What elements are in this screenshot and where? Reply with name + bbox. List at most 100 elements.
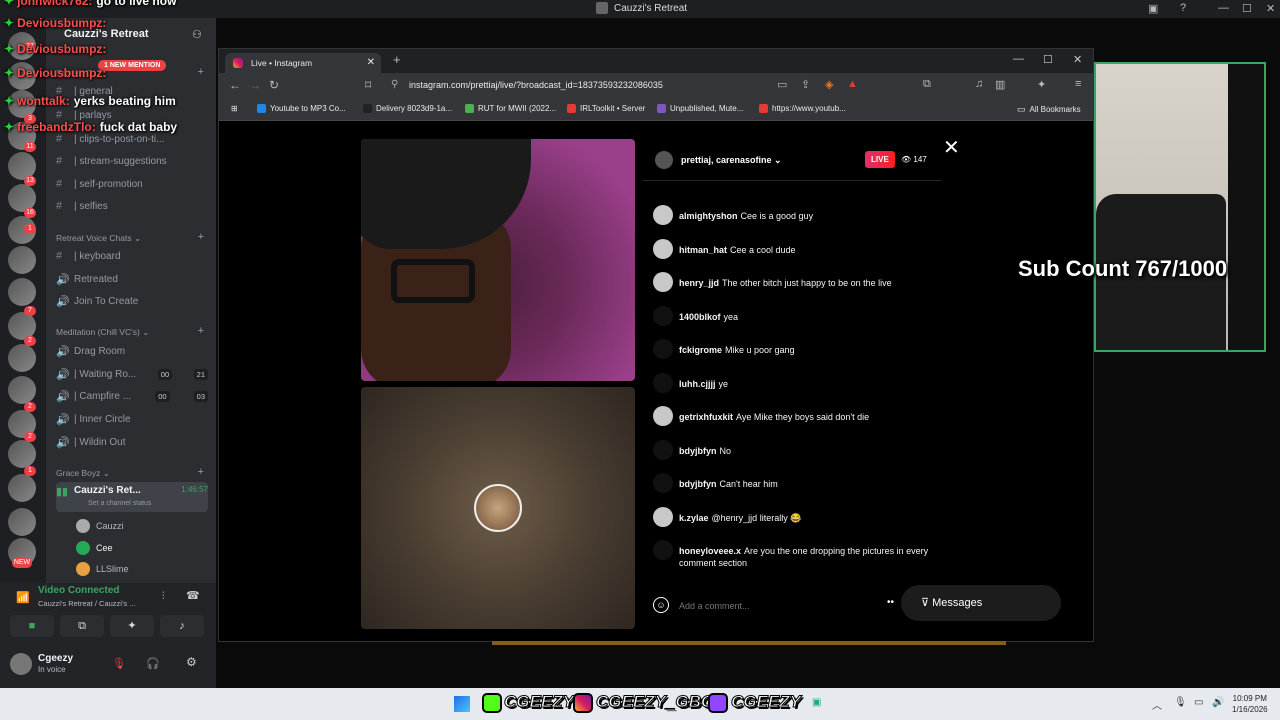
signal-icon[interactable]: 📶 bbox=[16, 591, 30, 604]
comment-input[interactable] bbox=[679, 595, 879, 617]
comment-item[interactable]: fckigrome Mike u poor gang bbox=[653, 339, 937, 359]
comment-username[interactable]: bdyjbfyn bbox=[679, 479, 717, 489]
close-tab-icon[interactable]: ✕ bbox=[367, 57, 375, 68]
bookmark-4[interactable]: Unpublished, Mute... bbox=[657, 104, 743, 113]
all-bookmarks[interactable]: ▭ All Bookmarks bbox=[1017, 104, 1081, 115]
comment-username[interactable]: henry_jjd bbox=[679, 278, 719, 288]
brave-shield-icon[interactable]: ◈ bbox=[825, 78, 833, 91]
comment-username[interactable]: 1400blkof bbox=[679, 312, 721, 322]
comment-username[interactable]: luhh.cjjjj bbox=[679, 379, 716, 389]
disconnect-icon[interactable]: ☎ bbox=[186, 589, 200, 602]
forward-icon[interactable]: → bbox=[249, 78, 261, 92]
cast-icon[interactable]: ▭ bbox=[777, 78, 787, 91]
back-icon[interactable]: ← bbox=[229, 78, 241, 92]
category-voice[interactable]: Retreat Voice Chats ⌄ + bbox=[56, 231, 208, 244]
server-icon[interactable] bbox=[8, 278, 36, 306]
mute-icon[interactable]: 🎙 bbox=[112, 657, 126, 670]
channel-campfire[interactable]: 🔊 | Campfire ... 00 03 bbox=[56, 387, 208, 405]
comment-item[interactable]: bdyjbfyn Can't hear him bbox=[653, 473, 937, 493]
bookmark-star-icon[interactable]: ⌑ bbox=[365, 78, 371, 92]
bookmark-0[interactable]: Youtube to MP3 Co... bbox=[257, 104, 346, 113]
close-button[interactable]: ✕ bbox=[1266, 2, 1275, 15]
share-icon[interactable]: ⇪ bbox=[801, 78, 810, 91]
close-button[interactable]: ✕ bbox=[1073, 53, 1082, 66]
add-channel-icon[interactable]: + bbox=[198, 325, 204, 337]
server-icon[interactable] bbox=[8, 246, 36, 274]
category-grace-boyz[interactable]: Grace Boyz ⌄ + bbox=[56, 466, 208, 479]
menu-icon[interactable]: ≡ bbox=[1075, 78, 1081, 90]
comment-username[interactable]: k.zylae bbox=[679, 513, 709, 523]
channel-keyboard[interactable]: # | keyboard bbox=[56, 247, 208, 265]
help-icon[interactable]: ? bbox=[1180, 2, 1186, 14]
bookmark-3[interactable]: IRLToolkit • Server bbox=[567, 104, 645, 113]
voice-status[interactable]: Video Connected bbox=[38, 585, 120, 596]
server-icon[interactable] bbox=[8, 508, 36, 536]
comment-item[interactable]: k.zylae @henry_jjd literally 😂 bbox=[653, 507, 937, 527]
maximize-button[interactable]: ☐ bbox=[1242, 2, 1252, 15]
camera-button[interactable]: ■ bbox=[10, 615, 54, 637]
comment-item[interactable]: henry_jjd The other bitch just happy to b… bbox=[653, 272, 937, 292]
screen-share-button[interactable]: ⧉ bbox=[60, 615, 104, 637]
apps-icon[interactable]: ⊞ bbox=[231, 104, 238, 113]
leo-icon[interactable]: ✦ bbox=[1037, 78, 1046, 91]
tray-chevron-icon[interactable]: ︿ bbox=[1152, 697, 1162, 712]
comment-item[interactable]: almightyshon Cee is a good guy bbox=[653, 205, 937, 225]
user-avatar[interactable] bbox=[10, 653, 32, 675]
server-icon[interactable] bbox=[8, 474, 36, 502]
comment-item[interactable]: getrixhfuxkit Aye Mike they boys said don… bbox=[653, 406, 937, 426]
terminal-icon[interactable]: ▣ bbox=[812, 697, 821, 708]
rewards-icon[interactable]: ▲ bbox=[847, 78, 858, 90]
network-icon[interactable]: ▭ bbox=[1194, 697, 1203, 708]
reload-icon[interactable]: ↻ bbox=[269, 78, 279, 92]
sidebar-icon[interactable]: ▥ bbox=[995, 78, 1005, 91]
comment-item[interactable]: luhh.cjjjj ye bbox=[653, 373, 937, 393]
channel-wildin-out[interactable]: 🔊 | Wildin Out bbox=[56, 433, 208, 451]
close-live-icon[interactable]: ✕ bbox=[943, 135, 960, 160]
channel-inner-circle[interactable]: 🔊 | Inner Circle bbox=[56, 410, 208, 428]
channel-active-voice[interactable]: ▮▮ Cauzzi's Ret... 1:46:57 Set a channel… bbox=[56, 482, 208, 512]
comment-item[interactable]: honeyloveee.x Are you the one dropping th… bbox=[653, 540, 937, 569]
add-member-icon[interactable]: ⚇ bbox=[192, 28, 202, 41]
messages-button[interactable]: ⊽ Messages bbox=[901, 585, 1061, 621]
commenter-avatar[interactable] bbox=[653, 473, 673, 493]
host-avatar[interactable] bbox=[655, 151, 673, 169]
comment-item[interactable]: 1400blkof yea bbox=[653, 306, 937, 326]
channel-join-to-create[interactable]: 🔊 Join To Create bbox=[56, 292, 208, 310]
channel-selfies[interactable]: # | selfies bbox=[56, 197, 208, 215]
extensions-icon[interactable]: ⧉ bbox=[923, 78, 931, 91]
server-icon[interactable] bbox=[8, 376, 36, 404]
channel-waiting-room[interactable]: 🔊 | Waiting Ro... 00 21 bbox=[56, 365, 208, 383]
noise-suppression-icon[interactable]: ⫶ bbox=[162, 591, 165, 602]
comment-username[interactable]: bdyjbfyn bbox=[679, 446, 717, 456]
minimize-button[interactable]: — bbox=[1013, 53, 1024, 65]
site-info-icon[interactable]: ⚲ bbox=[391, 79, 398, 90]
clock[interactable]: 10:09 PM 1/16/2026 bbox=[1232, 693, 1268, 715]
comment-username[interactable]: almightyshon bbox=[679, 211, 738, 221]
commenter-avatar[interactable] bbox=[653, 540, 673, 560]
channel-retreated[interactable]: 🔊 Retreated bbox=[56, 270, 208, 288]
member-cauzzi[interactable]: Cauzzi bbox=[76, 519, 210, 533]
server-icon[interactable] bbox=[8, 344, 36, 372]
more-options-icon[interactable]: •• bbox=[887, 597, 894, 608]
channel-self-promotion[interactable]: # | self-promotion bbox=[56, 175, 208, 193]
inbox-icon[interactable]: ▣ bbox=[1148, 2, 1158, 15]
url-input[interactable]: ⚲ instagram.com/prettiaj/live/?broadcast_… bbox=[385, 77, 785, 95]
comment-username[interactable]: honeyloveee.x bbox=[679, 546, 741, 556]
commenter-avatar[interactable] bbox=[653, 239, 673, 259]
settings-icon[interactable]: ⚙ bbox=[186, 655, 197, 669]
commenter-avatar[interactable] bbox=[653, 440, 673, 460]
server-icon[interactable] bbox=[8, 440, 36, 468]
emoji-icon[interactable]: ☺ bbox=[653, 597, 669, 613]
member-cee[interactable]: Cee bbox=[76, 541, 210, 555]
bookmark-1[interactable]: Delivery 8023d9-1a... bbox=[363, 104, 452, 113]
bookmark-2[interactable]: RUT for MWII (2022... bbox=[465, 104, 556, 113]
minimize-button[interactable]: — bbox=[1218, 2, 1229, 14]
bookmark-5[interactable]: https://www.youtub... bbox=[759, 104, 846, 113]
add-channel-icon[interactable]: + bbox=[198, 66, 204, 78]
commenter-avatar[interactable] bbox=[653, 373, 673, 393]
tab-instagram-live[interactable]: Live • Instagram ✕ bbox=[225, 53, 381, 73]
music-icon[interactable]: ♫ bbox=[975, 78, 983, 90]
windows-start-icon[interactable] bbox=[454, 696, 470, 712]
user-name[interactable]: Cgeezy bbox=[38, 653, 73, 664]
comment-item[interactable]: hitman_hat Cee a cool dude bbox=[653, 239, 937, 259]
